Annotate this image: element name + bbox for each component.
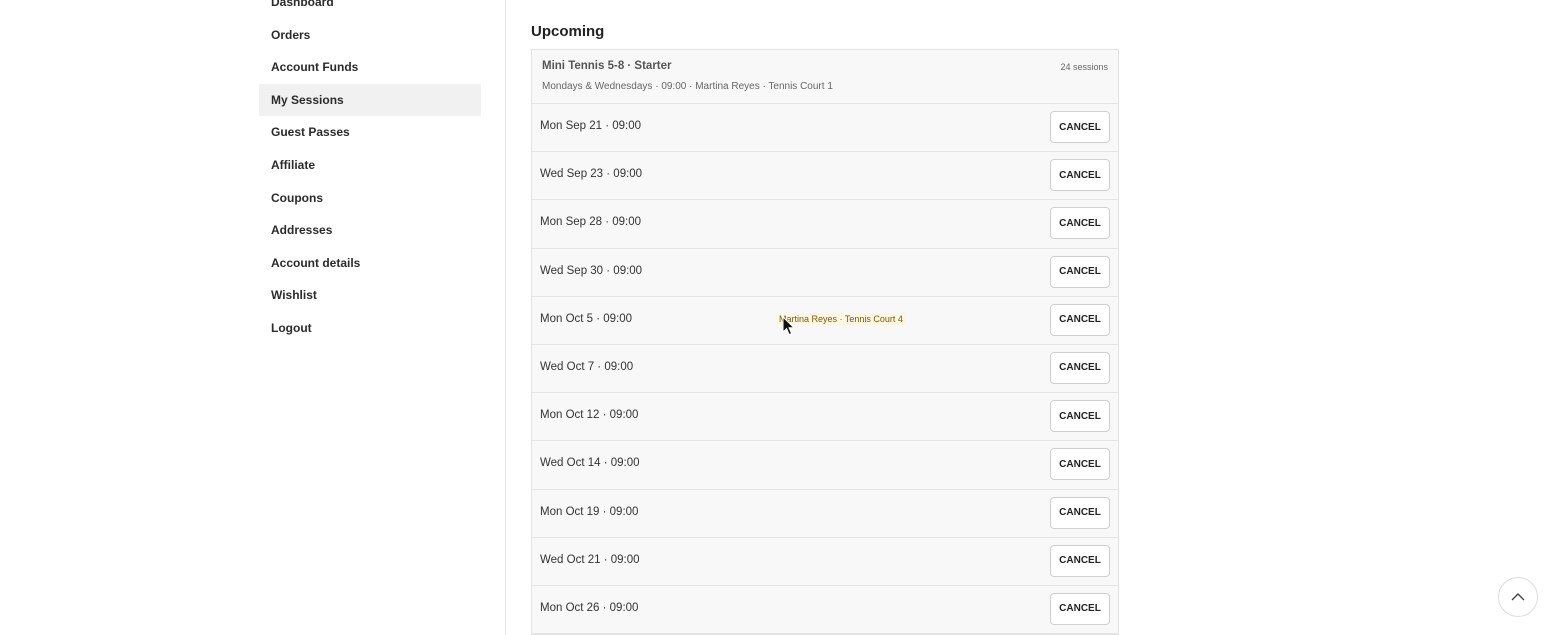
session-row: Mon Sep 21 · 09:00 CANCEL: [532, 104, 1118, 153]
cancel-button[interactable]: CANCEL: [1050, 351, 1110, 384]
session-row: Wed Oct 7 · 09:00 CANCEL: [532, 345, 1118, 394]
session-date: Wed Sep 30 · 09:00: [540, 264, 643, 277]
sidebar-item-coupons[interactable]: Coupons: [259, 182, 481, 215]
session-row: Mon Oct 12 · 09:00 CANCEL: [532, 393, 1118, 442]
cancel-button[interactable]: CANCEL: [1050, 496, 1110, 529]
sidebar-item-addresses[interactable]: Addresses: [259, 214, 481, 247]
session-date: Mon Oct 19 · 09:00: [540, 505, 639, 518]
cancel-button[interactable]: CANCEL: [1050, 207, 1110, 240]
session-date: Wed Sep 23 · 09:00: [540, 168, 643, 181]
cancel-button[interactable]: CANCEL: [1050, 592, 1110, 625]
session-row: Mon Oct 19 · 09:00 CANCEL: [532, 490, 1118, 538]
scroll-to-top-button[interactable]: [1498, 577, 1538, 617]
session-row: Wed Oct 21 · 09:00 CANCEL: [532, 538, 1118, 586]
session-date: Wed Oct 14 · 09:00: [540, 457, 640, 470]
session-row: Mon Oct 26 · 09:00 CANCEL: [532, 586, 1118, 635]
cancel-button[interactable]: CANCEL: [1050, 303, 1110, 336]
sidebar-item-wishlist[interactable]: Wishlist: [259, 279, 481, 312]
session-date: Mon Sep 28 · 09:00: [540, 216, 642, 229]
cancel-button[interactable]: CANCEL: [1050, 111, 1110, 143]
sidebar-item-guest-passes[interactable]: Guest Passes: [259, 116, 481, 149]
sidebar-divider: [505, 0, 506, 635]
session-date: Mon Oct 5 · 09:00: [540, 312, 633, 325]
session-row: Wed Sep 23 · 09:00 CANCEL: [532, 152, 1118, 201]
course-header: Mini Tennis 5-8 · Starter Mondays & Wedn…: [532, 50, 1118, 104]
session-row: Mon Oct 5 · 09:00 Martina Reyes · Tennis…: [532, 297, 1118, 345]
account-sidebar: Dashboard Orders Account Funds My Sessio…: [259, 0, 481, 345]
sidebar-item-account-details[interactable]: Account details: [259, 247, 481, 280]
session-row: Wed Sep 30 · 09:00 CANCEL: [532, 249, 1118, 297]
cancel-button[interactable]: CANCEL: [1050, 159, 1110, 192]
sidebar-item-affiliate[interactable]: Affiliate: [259, 149, 481, 182]
session-row: Mon Sep 28 · 09:00 CANCEL: [532, 200, 1118, 249]
mouse-pointer-icon: [782, 315, 796, 336]
course-name: Mini Tennis 5-8 · Starter: [542, 60, 672, 72]
session-date: Mon Oct 26 · 09:00: [540, 601, 639, 614]
cancel-button[interactable]: CANCEL: [1050, 544, 1110, 577]
session-date: Mon Sep 21 · 09:00: [540, 120, 642, 132]
sidebar-item-my-sessions[interactable]: My Sessions: [259, 83, 481, 117]
sidebar-item-account-funds[interactable]: Account Funds: [259, 51, 481, 84]
sidebar-item-dashboard[interactable]: Dashboard: [259, 0, 481, 19]
session-count: 24 sessions: [1060, 62, 1108, 72]
page: Dashboard Orders Account Funds My Sessio…: [0, 0, 1552, 635]
session-row: Wed Oct 14 · 09:00 CANCEL: [532, 441, 1118, 490]
session-date: Wed Oct 7 · 09:00: [540, 360, 634, 373]
cancel-button[interactable]: CANCEL: [1050, 400, 1110, 433]
cancel-button[interactable]: CANCEL: [1050, 255, 1110, 288]
course-card: Mini Tennis 5-8 · Starter Mondays & Wedn…: [531, 49, 1119, 635]
course-meta: Mondays & Wednesdays · 09:00 · Martina R…: [542, 81, 833, 92]
sidebar-item-logout[interactable]: Logout: [259, 312, 481, 345]
sidebar-item-orders[interactable]: Orders: [259, 19, 481, 52]
session-date: Wed Oct 21 · 09:00: [540, 553, 640, 566]
session-date: Mon Oct 12 · 09:00: [540, 409, 639, 422]
section-title: Upcoming: [531, 23, 605, 40]
cancel-button[interactable]: CANCEL: [1050, 448, 1110, 481]
